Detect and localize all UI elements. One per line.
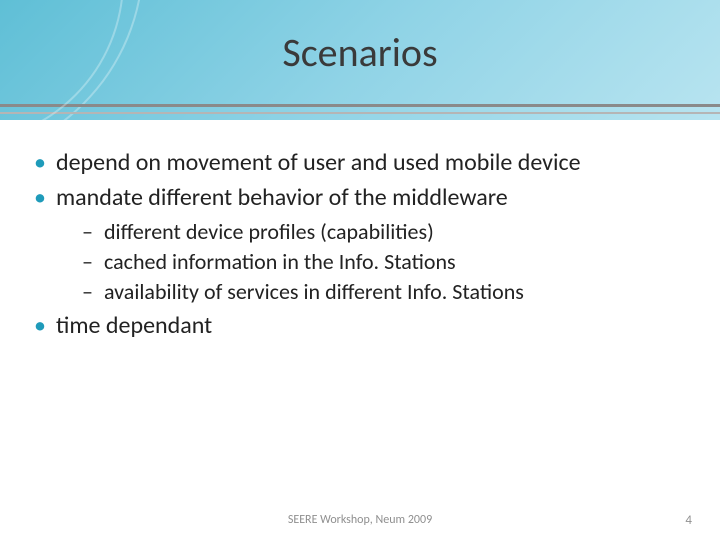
page-number: 4 (685, 513, 692, 528)
footer-text: SEERE Workshop, Neum 2009 (288, 513, 432, 527)
bullet-2: mandate different behavior of the middle… (30, 183, 690, 307)
title-underline-primary (0, 104, 720, 107)
title-underline-secondary (0, 112, 720, 114)
bullet-1: depend on movement of user and used mobi… (30, 148, 690, 179)
slide-body: depend on movement of user and used mobi… (0, 120, 720, 341)
bullet-2c: availability of services in different In… (56, 277, 690, 307)
bullet-2b: cached information in the Info. Stations (56, 247, 690, 277)
slide-footer: SEERE Workshop, Neum 2009 4 (0, 513, 720, 528)
slide-title: Scenarios (282, 28, 437, 77)
bullet-2a: different device profiles (capabilities) (56, 217, 690, 247)
header-band: Scenarios (0, 0, 720, 120)
bullet-3: time dependant (30, 311, 690, 342)
bullet-2-text: mandate different behavior of the middle… (56, 183, 508, 212)
